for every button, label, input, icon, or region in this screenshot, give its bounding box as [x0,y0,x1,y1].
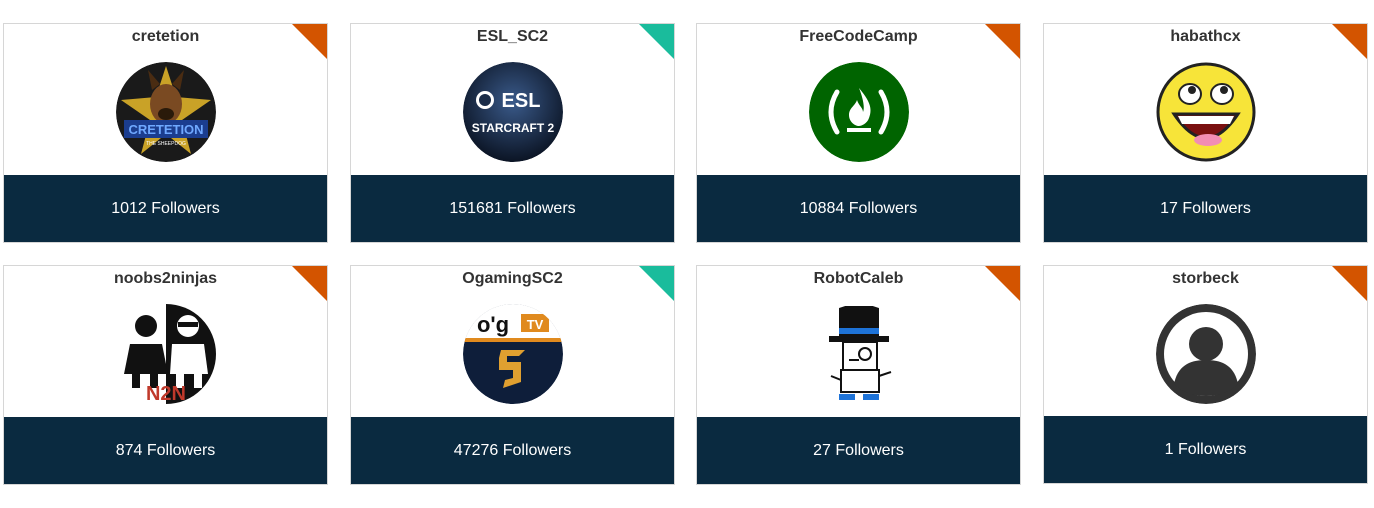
svg-text:STARCRAFT 2: STARCRAFT 2 [472,121,555,135]
status-indicator-offline [985,24,1020,59]
svg-text:CRETETION: CRETETION [128,122,203,137]
default-user-avatar-icon [1156,304,1256,404]
status-indicator-offline [292,24,327,59]
channel-name: storbeck [1172,270,1239,287]
channel-name: noobs2ninjas [113,270,218,287]
channel-name: cretetion [131,28,200,45]
followers-count: 1012 Followers [4,175,327,242]
noobs2ninjas-logo-icon: N2N [116,304,216,404]
channel-card-ogamingsc2[interactable]: OgamingSC2 o'g TV 47276 Followers [350,265,675,485]
followers-count: 17 Followers [1044,175,1367,242]
status-indicator-offline [1332,266,1367,301]
followers-count: 27 Followers [697,417,1020,484]
followers-count: 151681 Followers [351,175,674,242]
channel-grid: cretetion CRETETION THE SHEEPDOG 1012 Fo… [0,0,1374,508]
esl-starcraft2-logo-icon: ESL STARCRAFT 2 [463,62,563,162]
channel-card-cretetion[interactable]: cretetion CRETETION THE SHEEPDOG 1012 Fo… [3,23,328,243]
channel-name: RobotCaleb [813,270,904,287]
channel-card-noobs2ninjas[interactable]: noobs2ninjas N2N 874 Followers [3,265,328,485]
svg-text:TV: TV [527,317,544,332]
ogaming-tv-logo-icon: o'g TV [463,304,563,404]
status-indicator-offline [1332,24,1367,59]
status-indicator-online [639,266,674,301]
channel-card-freecodecamp[interactable]: FreeCodeCamp 10884 Followers [696,23,1021,243]
channel-name: habathcx [1170,28,1241,45]
robot-top-hat-icon [809,304,909,404]
svg-text:N2N: N2N [146,383,186,404]
awesome-face-icon [1156,62,1256,162]
channel-name: FreeCodeCamp [799,28,918,45]
status-indicator-online [639,24,674,59]
followers-count: 874 Followers [4,417,327,484]
channel-card-habathcx[interactable]: habathcx 17 Followers [1043,23,1368,243]
svg-text:ESL: ESL [502,90,541,112]
status-indicator-offline [985,266,1020,301]
freecodecamp-logo-icon [809,62,909,162]
followers-count: 1 Followers [1044,416,1367,483]
status-indicator-offline [292,266,327,301]
cretetion-dog-logo-icon: CRETETION THE SHEEPDOG [116,62,216,162]
followers-count: 10884 Followers [697,175,1020,242]
channel-name: OgamingSC2 [462,270,563,287]
followers-count: 47276 Followers [351,417,674,484]
channel-name: ESL_SC2 [476,28,549,45]
channel-card-robotcaleb[interactable]: RobotCaleb 27 Followers [696,265,1021,485]
channel-card-storbeck[interactable]: storbeck 1 Followers [1043,265,1368,484]
channel-card-esl-sc2[interactable]: ESL_SC2 ESL STARCRAFT 2 151681 Followers [350,23,675,243]
svg-text:o'g: o'g [477,312,509,337]
svg-text:THE SHEEPDOG: THE SHEEPDOG [146,141,186,147]
